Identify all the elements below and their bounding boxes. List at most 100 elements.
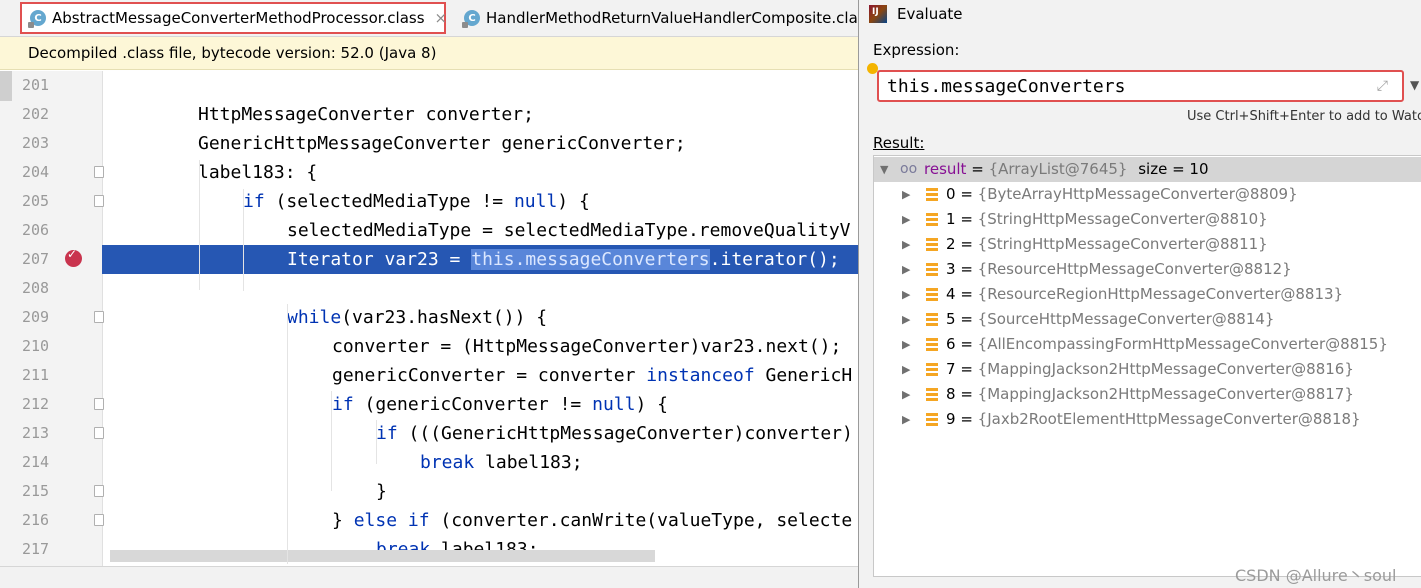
expression-input[interactable] (887, 74, 1367, 98)
expand-icon[interactable]: ⤢ (1377, 78, 1388, 94)
code-line[interactable]: 201 (0, 71, 858, 100)
line-number: 212 (22, 395, 50, 413)
tab-handler-method-return[interactable]: C HandlerMethodReturnValueHandlerComposi… (456, 2, 858, 34)
result-item-text: 9 = {Jaxb2RootElementHttpMessageConverte… (946, 410, 1361, 428)
code-line[interactable]: 213 if (((GenericHttpMessageConverter)con… (0, 419, 858, 448)
code-line[interactable]: 215} (0, 477, 858, 506)
code-text: selectedMediaType = selectedMediaType.re… (287, 220, 851, 241)
code-text: Iterator var23 = this.messageConverters.… (287, 249, 840, 270)
list-element-icon (926, 263, 938, 276)
expand-arrow-icon[interactable]: ▶ (902, 332, 910, 357)
result-item-row[interactable]: ▶ 4 = {ResourceRegionHttpMessageConverter… (874, 282, 1421, 307)
expand-arrow-icon[interactable]: ▶ (902, 257, 910, 282)
list-element-icon (926, 188, 938, 201)
code-line[interactable]: 202 HttpMessageConverter converter; (0, 100, 858, 129)
result-item-row[interactable]: ▶ 7 = {MappingJackson2HttpMessageConverte… (874, 357, 1421, 382)
result-item-row[interactable]: ▶ 0 = {ByteArrayHttpMessageConverter@8809… (874, 182, 1421, 207)
expand-arrow-icon[interactable]: ▶ (902, 282, 910, 307)
tab-abstract-message-converter[interactable]: C AbstractMessageConverterMethodProcesso… (20, 2, 448, 34)
code-line[interactable]: 203 GenericHttpMessageConverter genericCo… (0, 129, 858, 158)
code-text: GenericHttpMessageConverter genericConve… (198, 133, 686, 154)
list-element-icon (926, 363, 938, 376)
watermark: CSDN @Allure丶soul (1235, 566, 1397, 585)
line-number: 213 (22, 424, 50, 442)
code-line[interactable]: 207 Iterator var23 = this.messageConverte… (0, 245, 858, 274)
tab-label: HandlerMethodReturnValueHandlerComposite… (486, 9, 858, 27)
fold-marker-icon[interactable] (94, 485, 104, 497)
code-text: label183: { (198, 162, 318, 183)
code-text: if (((GenericHttpMessageConverter)conver… (376, 423, 853, 444)
code-text: HttpMessageConverter converter; (198, 104, 534, 125)
code-text: } else if (converter.canWrite(valueType,… (332, 510, 853, 531)
fold-marker-icon[interactable] (94, 427, 104, 439)
result-item-row[interactable]: ▶ 2 = {StringHttpMessageConverter@8811} (874, 232, 1421, 257)
result-item-row[interactable]: ▶ 8 = {MappingJackson2HttpMessageConverte… (874, 382, 1421, 407)
dialog-title-bar[interactable]: Evaluate (859, 0, 1421, 28)
result-item-row[interactable]: ▶ 3 = {ResourceHttpMessageConverter@8812} (874, 257, 1421, 282)
fold-marker-icon[interactable] (94, 311, 104, 323)
close-icon[interactable]: × (435, 9, 448, 27)
selected-expression[interactable]: this.messageConverters (471, 249, 710, 270)
line-number: 209 (22, 308, 50, 326)
code-line[interactable]: 209 while(var23.hasNext()) { (0, 303, 858, 332)
code-editor[interactable]: C AbstractMessageConverterMethodProcesso… (0, 0, 858, 588)
code-line[interactable]: 206 selectedMediaType = selectedMediaType… (0, 216, 858, 245)
history-dropdown-icon[interactable]: ▼ (1410, 78, 1419, 92)
indent-guide (243, 189, 244, 291)
indent-guide (376, 420, 377, 464)
expand-arrow-icon[interactable]: ▶ (902, 407, 910, 432)
result-root-row[interactable]: ▼ oo result = {ArrayList@7645} size = 10 (874, 157, 1421, 182)
list-element-icon (926, 238, 938, 251)
expand-arrow-icon[interactable]: ▶ (902, 382, 910, 407)
code-line[interactable]: 204 label183: { (0, 158, 858, 187)
code-text: if (selectedMediaType != null) { (243, 191, 590, 212)
indent-guide (199, 160, 200, 290)
fold-marker-icon[interactable] (94, 166, 104, 178)
code-line[interactable]: 210 converter = (HttpMessageConverter)var… (0, 332, 858, 361)
list-element-icon (926, 413, 938, 426)
expand-arrow-icon[interactable]: ▶ (902, 357, 910, 382)
line-number: 207 (22, 250, 50, 268)
line-number: 205 (22, 192, 50, 210)
expression-field[interactable]: ⤢ (877, 70, 1404, 102)
horizontal-scrollbar[interactable] (110, 550, 655, 562)
result-item-text: 6 = {AllEncompassingFormHttpMessageConve… (946, 335, 1388, 353)
fold-marker-icon[interactable] (94, 195, 104, 207)
result-label: Result: (873, 134, 925, 152)
line-number: 203 (22, 134, 50, 152)
fold-marker-icon[interactable] (94, 514, 104, 526)
result-size: size = 10 (1138, 160, 1209, 178)
result-item-text: 8 = {MappingJackson2HttpMessageConverter… (946, 385, 1354, 403)
code-text: converter = (HttpMessageConverter)var23.… (332, 336, 842, 357)
collapse-arrow-icon[interactable]: ▼ (880, 157, 888, 182)
expand-arrow-icon[interactable]: ▶ (902, 182, 910, 207)
list-element-icon (926, 288, 938, 301)
code-text: genericConverter = converter instanceof … (332, 365, 853, 386)
line-number: 208 (22, 279, 50, 297)
list-element-icon (926, 313, 938, 326)
result-item-row[interactable]: ▶ 9 = {Jaxb2RootElementHttpMessageConvert… (874, 407, 1421, 432)
code-line[interactable]: 216} else if (converter.canWrite(valueTy… (0, 506, 858, 535)
expand-arrow-icon[interactable]: ▶ (902, 232, 910, 257)
list-element-icon (926, 338, 938, 351)
code-line[interactable]: 205 if (selectedMediaType != null) { (0, 187, 858, 216)
dialog-title: Evaluate (897, 5, 963, 23)
code-line[interactable]: 211 genericConverter = converter instance… (0, 361, 858, 390)
result-item-row[interactable]: ▶ 6 = {AllEncompassingFormHttpMessageConv… (874, 332, 1421, 357)
list-element-icon (926, 213, 938, 226)
result-item-row[interactable]: ▶ 5 = {SourceHttpMessageConverter@8814} (874, 307, 1421, 332)
code-line[interactable]: 214 break label183; (0, 448, 858, 477)
line-number: 210 (22, 337, 50, 355)
watch-glasses-icon: oo (900, 161, 918, 177)
result-item-text: 0 = {ByteArrayHttpMessageConverter@8809} (946, 185, 1298, 203)
fold-marker-icon[interactable] (94, 398, 104, 410)
breakpoint-icon[interactable] (65, 247, 82, 267)
result-item-row[interactable]: ▶ 1 = {StringHttpMessageConverter@8810} (874, 207, 1421, 232)
editor-status-strip (0, 566, 858, 588)
expand-arrow-icon[interactable]: ▶ (902, 207, 910, 232)
line-number: 202 (22, 105, 50, 123)
code-line[interactable]: 208 (0, 274, 858, 303)
result-tree[interactable]: ▼ oo result = {ArrayList@7645} size = 10… (873, 155, 1421, 577)
expand-arrow-icon[interactable]: ▶ (902, 307, 910, 332)
code-line[interactable]: 212 if (genericConverter != null) { (0, 390, 858, 419)
